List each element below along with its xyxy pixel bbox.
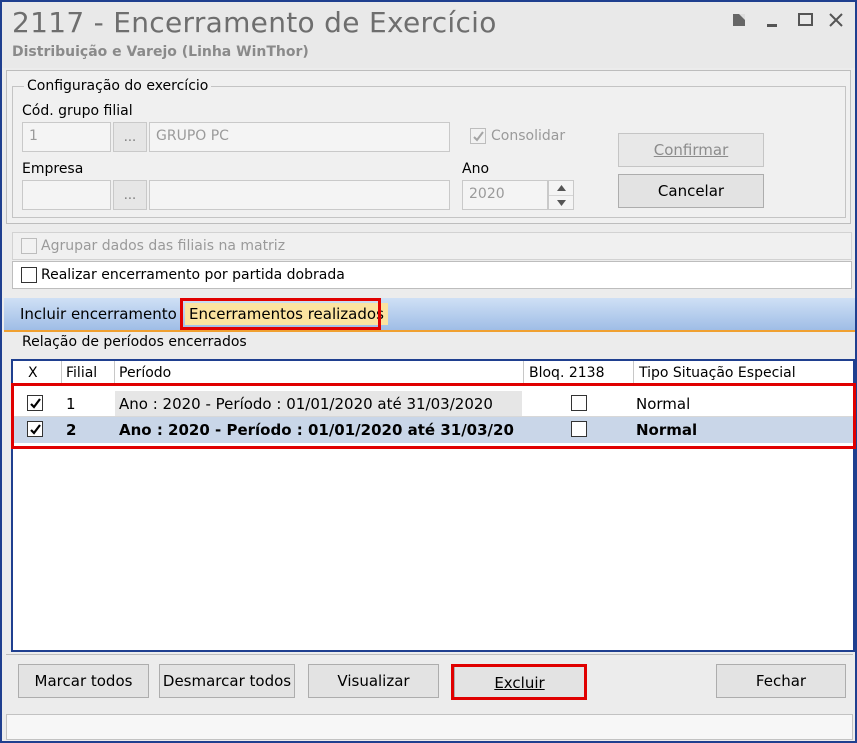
tab-strip: Incluir encerramento Encerramentos reali… [4, 298, 855, 332]
consolidar-label: Consolidar [491, 128, 566, 144]
col-header-x[interactable]: X [28, 365, 38, 381]
title-bar: 2117 - Encerramento de Exercício Distrib… [2, 2, 855, 68]
col-header-bloq[interactable]: Bloq. 2138 [529, 365, 604, 381]
tab-incluir-label: Incluir encerramento [20, 305, 177, 323]
status-bar [6, 714, 853, 740]
spin-down-icon[interactable] [549, 195, 573, 209]
periodos-grid: X Filial Período Bloq. 2138 Tipo Situaçã… [11, 359, 855, 652]
config-legend: Configuração do exercício [24, 78, 212, 94]
minimize-icon[interactable] [764, 10, 786, 32]
window-title: 2117 - Encerramento de Exercício [12, 6, 497, 39]
confirmar-label: Confirmar [653, 141, 729, 159]
cod-grupo-input[interactable]: 1 [22, 122, 111, 152]
cell-tipo: Normal [636, 395, 691, 413]
ano-spinner[interactable] [548, 180, 574, 210]
agrupar-option: Agrupar dados das filiais na matriz [12, 232, 852, 260]
visualizar-button[interactable]: Visualizar [308, 664, 439, 698]
empresa-search-button[interactable]: ... [113, 180, 147, 210]
col-header-filial[interactable]: Filial [66, 365, 97, 381]
cancelar-button[interactable]: Cancelar [618, 174, 764, 208]
window-subtitle: Distribuição e Varejo (Linha WinThor) [12, 44, 309, 60]
cell-periodo: Ano : 2020 - Período : 01/01/2020 até 31… [119, 421, 514, 439]
row-bloq-checkbox[interactable] [571, 395, 587, 411]
col-header-tipo[interactable]: Tipo Situação Especial [639, 365, 796, 381]
visualizar-label: Visualizar [337, 672, 410, 690]
cell-periodo: Ano : 2020 - Período : 01/01/2020 até 31… [115, 391, 522, 416]
desmarcar-todos-button[interactable]: Desmarcar todos [159, 664, 295, 698]
excluir-label: Excluir [494, 674, 545, 692]
tab-encerramentos-realizados[interactable]: Encerramentos realizados [185, 303, 388, 325]
agrupar-label: Agrupar dados das filiais na matriz [41, 238, 286, 254]
main-window: 2117 - Encerramento de Exercício Distrib… [0, 0, 857, 743]
fechar-label: Fechar [755, 672, 807, 690]
cell-filial: 1 [66, 395, 76, 413]
empresa-input[interactable] [22, 180, 111, 210]
relacao-legend: Relação de períodos encerrados [20, 334, 249, 350]
cod-grupo-label: Cód. grupo filial [22, 103, 133, 119]
tab-encerramentos-label: Encerramentos realizados [189, 305, 384, 323]
table-row[interactable]: 2 Ano : 2020 - Período : 01/01/2020 até … [13, 417, 853, 443]
close-icon[interactable] [826, 10, 848, 32]
maximize-icon[interactable] [796, 10, 818, 32]
agrupar-checkbox[interactable] [21, 238, 37, 254]
desmarcar-label: Desmarcar todos [162, 672, 292, 690]
tab-incluir-encerramento[interactable]: Incluir encerramento [20, 305, 177, 323]
partida-label: Realizar encerramento por partida dobrad… [41, 267, 345, 283]
row-bloq-checkbox[interactable] [571, 421, 587, 437]
ano-input[interactable]: 2020 [462, 180, 548, 210]
marcar-label: Marcar todos [34, 672, 133, 690]
config-legend-text: Configuração do exercício [27, 78, 209, 94]
spin-up-icon[interactable] [549, 181, 573, 195]
empresa-desc-field [149, 180, 450, 210]
marcar-todos-button[interactable]: Marcar todos [18, 664, 149, 698]
cod-grupo-search-button[interactable]: ... [113, 122, 147, 152]
row-checkbox[interactable] [27, 421, 43, 437]
table-row[interactable]: 1 Ano : 2020 - Período : 01/01/2020 até … [13, 391, 853, 417]
empresa-label: Empresa [22, 161, 84, 177]
ano-label: Ano [462, 161, 490, 177]
grid-header: X Filial Período Bloq. 2138 Tipo Situaçã… [13, 361, 853, 385]
consolidar-checkbox[interactable] [470, 128, 486, 144]
restore-icon[interactable] [730, 10, 752, 32]
cancelar-label: Cancelar [657, 182, 725, 200]
partida-checkbox[interactable] [21, 267, 37, 283]
confirmar-button[interactable]: Confirmar [618, 133, 764, 167]
col-header-periodo[interactable]: Período [119, 365, 171, 381]
row-checkbox[interactable] [27, 395, 43, 411]
fechar-button[interactable]: Fechar [716, 664, 846, 698]
grupo-desc-field: GRUPO PC [149, 122, 450, 152]
partida-option: Realizar encerramento por partida dobrad… [12, 261, 852, 289]
cell-filial: 2 [66, 421, 77, 439]
cell-tipo: Normal [636, 421, 698, 439]
excluir-button[interactable]: Excluir [454, 666, 585, 700]
